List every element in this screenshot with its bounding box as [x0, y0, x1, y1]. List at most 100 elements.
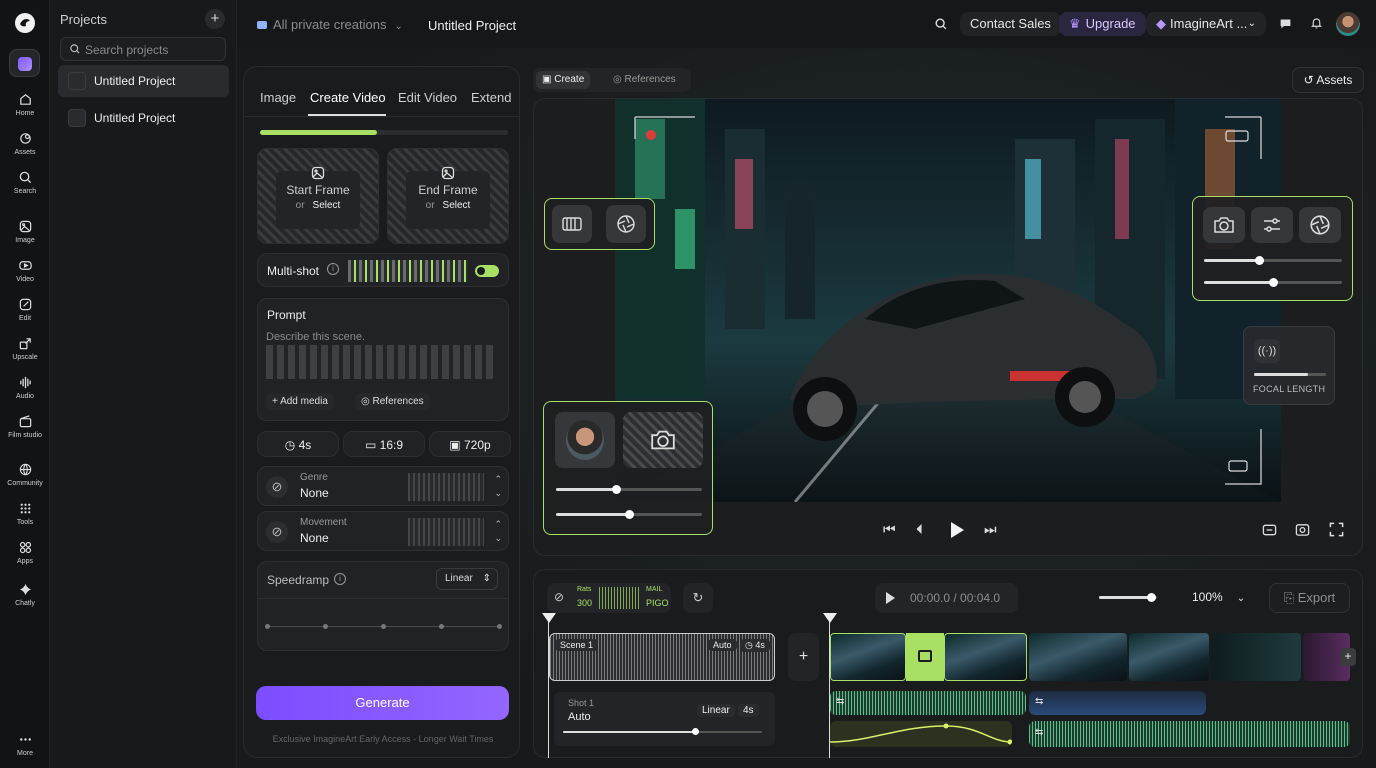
create-mode-button[interactable]: ▣ Create: [536, 71, 591, 89]
app-logo[interactable]: [14, 12, 36, 34]
project-search-input[interactable]: Search projects: [60, 37, 226, 61]
aspect-ratio-button[interactable]: ▭ 16:9: [343, 431, 425, 457]
nav-more[interactable]: More: [0, 732, 50, 757]
project-item[interactable]: Untitled Project: [58, 65, 229, 97]
scene-clip[interactable]: Scene 1 Auto ◷ 4s: [549, 633, 775, 681]
skip-forward-button[interactable]: ⏭: [984, 521, 997, 538]
adjust-tile[interactable]: [1251, 207, 1293, 243]
search-icon[interactable]: [934, 17, 948, 31]
zoom-slider[interactable]: [1099, 593, 1157, 602]
avatar[interactable]: [1336, 12, 1360, 36]
bell-icon[interactable]: [1310, 16, 1323, 30]
folder-selector[interactable]: All private creations ⌄: [257, 17, 403, 32]
start-frame-dropzone[interactable]: Start Frame or Select: [257, 148, 379, 244]
genre-select[interactable]: ⊘ Genre None ⌃ ⌄: [257, 466, 509, 506]
tab-extend[interactable]: Extend: [471, 90, 511, 105]
add-scene-button[interactable]: +: [788, 633, 819, 681]
multishot-toggle[interactable]: [475, 265, 499, 277]
nav-upscale[interactable]: Upscale: [0, 336, 50, 361]
nav-film-studio[interactable]: Film studio: [0, 414, 50, 439]
chat-icon[interactable]: [1279, 17, 1292, 30]
camera-slider-2[interactable]: [1204, 278, 1342, 287]
subject-slider-2[interactable]: [556, 510, 702, 519]
nav-home[interactable]: Home: [0, 92, 50, 117]
stepper-arrows-icon[interactable]: ⌃ ⌄: [494, 517, 502, 545]
fullscreen-icon[interactable]: [1329, 522, 1344, 537]
account-menu[interactable]: ◆ ImagineArt ... ⌄: [1146, 12, 1266, 36]
shot-clip[interactable]: Shot 1 Auto Linear 4s: [554, 692, 775, 746]
play-icon[interactable]: [884, 591, 896, 605]
tab-create-video[interactable]: Create Video: [310, 90, 386, 105]
video-thumbnail[interactable]: [1029, 633, 1127, 681]
assets-button[interactable]: ↺ Assets: [1292, 67, 1364, 93]
info-icon[interactable]: i: [334, 573, 346, 585]
crop-icon[interactable]: [1262, 523, 1277, 537]
video-thumbnail[interactable]: [1129, 633, 1209, 681]
shot-slider[interactable]: [563, 728, 762, 735]
audio-track-clip[interactable]: ⇆: [830, 691, 1026, 715]
nav-search[interactable]: Search: [0, 170, 50, 195]
audio-track-clip[interactable]: ⇆: [1029, 721, 1350, 747]
zoom-level[interactable]: 100% ⌄: [1192, 590, 1245, 604]
nav-image[interactable]: Image: [0, 219, 50, 244]
audio-track-clip[interactable]: ⇆: [1029, 691, 1206, 715]
aperture-tile[interactable]: [606, 205, 646, 243]
movement-select[interactable]: ⊘ Movement None ⌃ ⌄: [257, 511, 509, 551]
skip-back-button[interactable]: ⏮: [883, 521, 896, 538]
nav-tools[interactable]: Tools: [0, 501, 50, 526]
select-start-frame[interactable]: Select: [313, 200, 341, 211]
camera-slider-1[interactable]: [1204, 256, 1342, 265]
video-thumbnail[interactable]: [830, 633, 906, 681]
resolution-button[interactable]: ▣ 720p: [429, 431, 511, 457]
nav-assets[interactable]: Assets: [0, 131, 50, 156]
transition-marker[interactable]: [906, 633, 944, 681]
focal-length-chip[interactable]: ((·)) FOCAL LENGTH: [1243, 326, 1335, 405]
select-end-frame[interactable]: Select: [443, 200, 471, 211]
project-item[interactable]: Untitled Project: [58, 102, 229, 134]
subject-tile[interactable]: [555, 412, 615, 468]
nav-apps[interactable]: Apps: [0, 540, 50, 565]
upgrade-button[interactable]: ♛ Upgrade: [1059, 12, 1146, 36]
stepper-arrows-icon[interactable]: ⌃ ⌄: [494, 472, 502, 500]
nav-video[interactable]: Video: [0, 258, 50, 283]
workspace-switcher[interactable]: [9, 49, 40, 77]
nav-chatly[interactable]: Chatly: [0, 582, 50, 607]
end-frame-dropzone[interactable]: End Frame or Select: [387, 148, 509, 244]
scene-end-marker[interactable]: [823, 613, 837, 623]
project-title[interactable]: Untitled Project: [428, 18, 516, 33]
nav-audio[interactable]: Audio: [0, 375, 50, 400]
tab-edit-video[interactable]: Edit Video: [398, 90, 457, 105]
add-media-button[interactable]: + Add media: [266, 393, 334, 410]
export-button[interactable]: ⎘ Export: [1269, 583, 1350, 613]
preview-frame[interactable]: [615, 99, 1281, 502]
tab-image[interactable]: Image: [260, 90, 296, 105]
video-thumbnail[interactable]: [1211, 633, 1301, 681]
references-button[interactable]: ◎ References: [355, 393, 430, 410]
video-thumbnail[interactable]: [944, 633, 1027, 681]
prompt-input[interactable]: Describe this scene.: [266, 329, 502, 385]
references-mode-button[interactable]: ◎ References: [609, 71, 680, 89]
audio-meter-control[interactable]: ⊘ Rats 300 MAIL PIGO: [547, 583, 671, 613]
focal-slider[interactable]: [1254, 373, 1326, 376]
play-button[interactable]: [948, 520, 966, 540]
previous-frame-button[interactable]: ⏴: [916, 521, 923, 538]
lens-tile[interactable]: [552, 205, 592, 243]
nav-edit[interactable]: Edit: [0, 297, 50, 322]
loop-button[interactable]: ↻: [683, 583, 713, 613]
aperture-tile[interactable]: [1299, 207, 1341, 243]
photo-tile[interactable]: [623, 412, 703, 468]
curve-track[interactable]: [830, 721, 1012, 747]
resolution-label: 720p: [463, 438, 491, 452]
nav-community[interactable]: Community: [0, 462, 50, 487]
new-project-button[interactable]: +: [205, 9, 225, 29]
snapshot-icon[interactable]: [1295, 522, 1310, 537]
playhead-marker[interactable]: [542, 613, 556, 623]
generate-button[interactable]: Generate: [256, 686, 509, 720]
subject-slider-1[interactable]: [556, 485, 702, 494]
add-clip-button[interactable]: +: [1340, 648, 1356, 666]
camera-tile[interactable]: [1203, 207, 1245, 243]
duration-button[interactable]: ◷ 4s: [257, 431, 339, 457]
contact-sales-button[interactable]: Contact Sales: [960, 12, 1061, 36]
speedramp-select[interactable]: Linear ⇕: [436, 568, 498, 590]
info-icon[interactable]: i: [327, 263, 339, 275]
